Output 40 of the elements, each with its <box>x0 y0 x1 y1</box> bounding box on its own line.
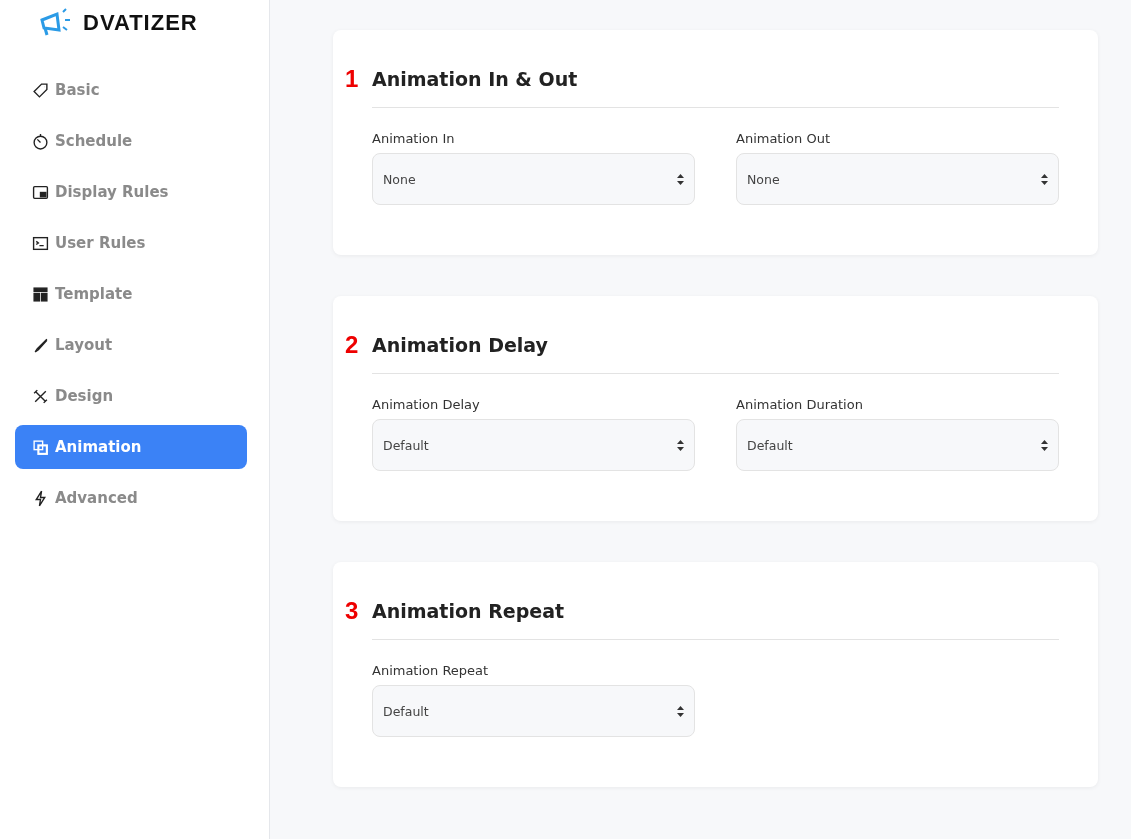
tools-icon <box>32 387 49 405</box>
sidebar-item[interactable]: Animation <box>15 425 247 469</box>
select-field[interactable]: None <box>736 153 1059 205</box>
section-title: Animation Repeat <box>372 600 565 622</box>
step-number: 2 <box>345 331 359 359</box>
sort-caret-icon <box>677 173 684 185</box>
sort-caret-icon <box>677 705 684 717</box>
step-number: 1 <box>345 65 359 93</box>
sidebar-item[interactable]: Display Rules <box>15 170 247 214</box>
timer-icon <box>32 132 49 150</box>
select-field[interactable]: Default <box>372 685 695 737</box>
sort-caret-icon <box>1041 173 1048 185</box>
sidebar-item[interactable]: User Rules <box>15 221 247 265</box>
select-field[interactable]: None <box>372 153 695 205</box>
step-number: 3 <box>345 597 359 625</box>
terminal-icon <box>32 234 49 252</box>
sort-caret-icon <box>1041 439 1048 451</box>
template-icon <box>32 285 49 303</box>
sidebar-item[interactable]: Design <box>15 374 247 418</box>
sidebar-item[interactable]: Basic <box>15 68 247 112</box>
logo-text: DVATIZER <box>83 10 198 36</box>
tag-icon <box>32 81 49 99</box>
sort-caret-icon <box>677 439 684 451</box>
field-label: Animation In <box>372 131 456 146</box>
sidebar-item[interactable]: Schedule <box>15 119 247 163</box>
brush-icon <box>32 336 49 354</box>
field-label: Animation Duration <box>736 397 864 412</box>
lightning-icon <box>32 489 49 507</box>
sidebar-item[interactable]: Advanced <box>15 476 247 520</box>
field-label: Animation Repeat <box>372 663 490 678</box>
section-title: Animation Delay <box>372 334 548 356</box>
picture-in-picture-icon <box>32 183 49 201</box>
sidebar-item[interactable]: Layout <box>15 323 247 367</box>
sidebar-item[interactable]: Template <box>15 272 247 316</box>
field-label: Animation Delay <box>372 397 481 412</box>
field-label: Animation Out <box>736 131 831 146</box>
section-title: Animation In & Out <box>372 68 578 90</box>
select-field[interactable]: Default <box>736 419 1059 471</box>
layers-icon <box>32 438 49 456</box>
select-field[interactable]: Default <box>372 419 695 471</box>
